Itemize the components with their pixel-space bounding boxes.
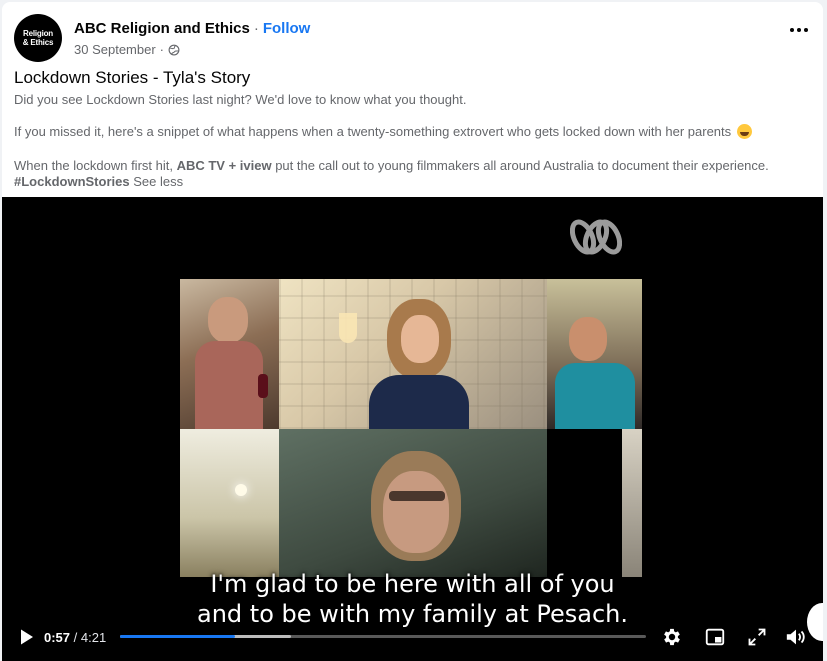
subtitle-line-1: I'm glad to be here with all of you (210, 570, 615, 598)
fullscreen-button[interactable] (744, 624, 770, 650)
time-separator: / (70, 630, 81, 645)
duration: 4:21 (80, 630, 107, 645)
video-player[interactable]: I'm glad to be here with all of you and … (2, 197, 823, 661)
video-call-collage (180, 279, 642, 577)
laughing-emoji-icon (736, 124, 752, 139)
post-paragraph-2: If you missed it, here's a snippet of wh… (14, 124, 752, 139)
see-less-button[interactable]: See less (133, 174, 183, 189)
more-options-button[interactable] (787, 18, 811, 42)
video-time: 0:57 / 4:21 (44, 630, 106, 645)
post-paragraph-1: Did you see Lockdown Stories last night?… (14, 92, 467, 107)
gear-icon (664, 628, 680, 646)
avatar[interactable]: Religion & Ethics (14, 14, 62, 62)
play-icon (21, 629, 33, 645)
video-tile-black (547, 429, 622, 577)
video-controls: 0:57 / 4:21 (2, 613, 823, 661)
progress-bar[interactable] (120, 635, 646, 638)
picture-in-picture-icon (705, 628, 725, 646)
post-meta: 30 September · (74, 42, 180, 57)
post-card: Religion & Ethics ABC Religion and Ethic… (2, 2, 823, 661)
volume-icon (786, 629, 805, 645)
follow-button[interactable]: Follow (263, 20, 311, 37)
video-tile-man-wine (180, 279, 279, 429)
picture-in-picture-button[interactable] (702, 624, 728, 650)
video-tile-woman-toast (279, 279, 547, 429)
fullscreen-icon (748, 628, 766, 646)
volume-button[interactable] (783, 624, 809, 650)
globe-icon (168, 44, 180, 55)
abc-tv-iview-link[interactable]: ABC TV + iview (177, 158, 272, 173)
avatar-line1: Religion (23, 29, 53, 38)
avatar-line2: & Ethics (22, 38, 54, 47)
video-tile-ceiling (180, 429, 279, 577)
post-header: ABC Religion and Ethics · Follow (74, 20, 310, 37)
abc-logo-icon (570, 219, 622, 255)
post-date[interactable]: 30 September (74, 42, 156, 57)
hashtag-line: #LockdownStories See less (14, 174, 183, 189)
page-name-link[interactable]: ABC Religion and Ethics (74, 20, 250, 37)
date-separator: · (159, 42, 165, 57)
video-tile-man-glass (547, 279, 642, 429)
played-bar (120, 635, 235, 638)
more-horizontal-icon (790, 28, 808, 32)
hashtag-link[interactable]: #LockdownStories (14, 174, 130, 189)
post-title: Lockdown Stories - Tyla's Story (14, 68, 251, 87)
post-paragraph-2-text: If you missed it, here's a snippet of wh… (14, 124, 732, 139)
video-tile-woman-speaking (279, 429, 547, 577)
play-button[interactable] (14, 625, 38, 649)
separator: · (253, 20, 259, 37)
paragraph-3-start: When the lockdown first hit, (14, 158, 177, 173)
video-tile-edge (622, 429, 642, 577)
paragraph-3-end: put the call out to young filmmakers all… (271, 158, 769, 173)
settings-button[interactable] (659, 624, 685, 650)
post-paragraph-3: When the lockdown first hit, ABC TV + iv… (14, 158, 769, 173)
current-time: 0:57 (44, 630, 71, 645)
